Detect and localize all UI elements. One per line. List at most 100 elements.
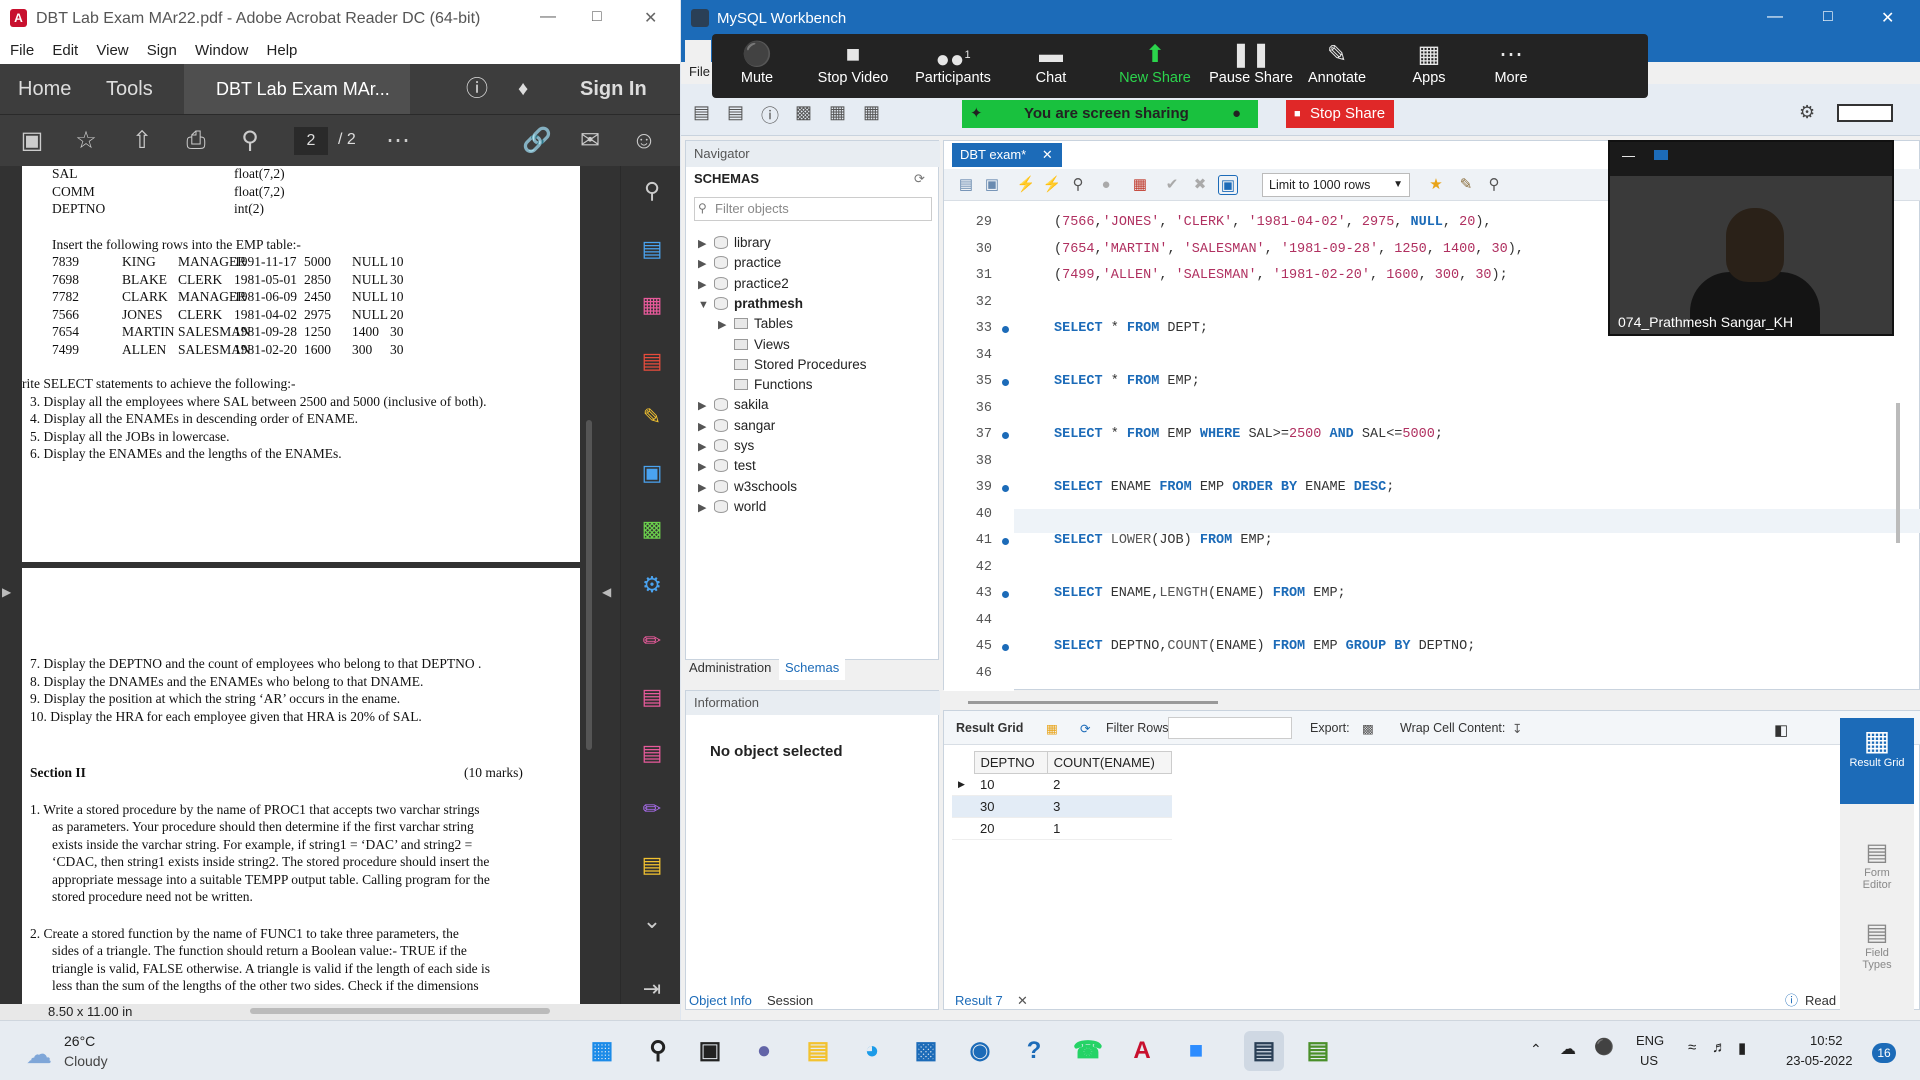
tab-home[interactable]: Home <box>18 64 71 114</box>
stop-share-button[interactable]: ■ Stop Share <box>1286 100 1394 128</box>
screen-sharing-banner[interactable]: ✦ You are screen sharing ● <box>962 100 1258 128</box>
editor-scrollbar[interactable] <box>1896 403 1900 543</box>
apps-button[interactable]: ▦ Apps <box>1384 40 1474 86</box>
layout-toggle-icon[interactable] <box>1837 104 1893 122</box>
close-icon[interactable]: ✕ <box>644 8 657 28</box>
wrap-icon[interactable]: ↧ <box>1512 721 1522 736</box>
right-panel-toggle-icon[interactable]: ◀ <box>602 585 611 599</box>
open-file-icon[interactable]: ▤ <box>956 175 976 195</box>
grid-icon[interactable]: ▦ <box>1046 721 1058 736</box>
code-line[interactable]: SELECT * FROM EMP; <box>1054 374 1200 389</box>
schema-child-item[interactable]: ▶ Tables <box>718 314 793 335</box>
schema-item[interactable]: ▶ practice <box>698 253 781 274</box>
pause-share-button[interactable]: ❚❚ Pause Share <box>1206 40 1296 86</box>
edge-icon[interactable]: ◕ <box>852 1031 892 1071</box>
schema-item[interactable]: ▶ w3schools <box>698 477 797 498</box>
field-types-button[interactable]: ▤ Field Types <box>1852 918 1902 971</box>
schema-item[interactable]: ▶ test <box>698 456 756 477</box>
sign-icon[interactable]: ✏ <box>639 796 665 822</box>
chevron-right-icon[interactable]: ▶ <box>698 275 714 295</box>
toggle-error-icon[interactable]: ▦ <box>1130 175 1150 195</box>
schema-child-item[interactable]: Views <box>718 335 790 355</box>
whatsapp-icon[interactable]: ☎ <box>1068 1031 1108 1071</box>
code-line[interactable]: (7566,'JONES', 'CLERK', '1981-04-02', 29… <box>1054 215 1492 230</box>
tab-document[interactable]: DBT Lab Exam MAr... ✕ <box>184 64 410 148</box>
app-icon[interactable]: ◉ <box>960 1031 1000 1071</box>
annotate-button[interactable]: ✎ Annotate <box>1292 40 1382 86</box>
schema-child-item[interactable]: Functions <box>718 375 813 395</box>
cell[interactable]: 10 <box>974 773 1048 796</box>
send-icon[interactable]: ▤ <box>639 852 665 878</box>
chevron-up-icon[interactable]: ⌃ <box>1530 1041 1542 1058</box>
limit-rows-select[interactable]: Limit to 1000 rows ▼ <box>1262 173 1410 197</box>
share-user-icon[interactable]: ☺ <box>630 127 658 155</box>
minimize-icon[interactable]: — <box>1622 148 1635 163</box>
tab-schemas[interactable]: Schemas <box>779 656 846 680</box>
clock-date[interactable]: 23-05-2022 <box>1786 1053 1853 1068</box>
schema-item[interactable]: ▶ sangar <box>698 416 775 437</box>
chevron-right-icon[interactable]: ▶ <box>698 417 714 437</box>
cell[interactable]: 2 <box>1047 773 1172 796</box>
chevron-right-icon[interactable]: ▶ <box>698 396 714 416</box>
schema-item[interactable]: ▶ sakila <box>698 395 769 416</box>
more-button[interactable]: ⋯ More <box>1466 40 1556 86</box>
star-icon[interactable]: ☆ <box>72 127 100 155</box>
editor-hscrollbar[interactable] <box>968 701 1218 704</box>
chevron-right-icon[interactable]: ▶ <box>698 457 714 477</box>
participants-button[interactable]: ●●1 Participants <box>908 40 998 86</box>
chevron-right-icon[interactable]: ▶ <box>718 315 734 335</box>
horizontal-scrollbar[interactable] <box>250 1008 550 1014</box>
open-sql-icon[interactable]: ▤ <box>727 102 744 123</box>
stop-video-button[interactable]: ■ Stop Video <box>808 40 898 86</box>
export-icon[interactable]: ▩ <box>1362 721 1374 736</box>
tab-tools[interactable]: Tools <box>106 64 153 114</box>
view-icon[interactable] <box>1654 150 1668 160</box>
beautify-icon[interactable]: ✎ <box>1456 175 1476 195</box>
export-pdf-icon[interactable]: ▤ <box>639 348 665 374</box>
store-icon[interactable]: ▩ <box>906 1031 946 1071</box>
wifi-icon[interactable]: ≈ <box>1688 1039 1696 1056</box>
help-icon[interactable]: ? <box>1014 1031 1054 1071</box>
filter-rows-input[interactable] <box>1168 717 1292 739</box>
home-tab-icon[interactable] <box>685 40 711 62</box>
menu-edit[interactable]: Edit <box>52 42 78 59</box>
tab-result-7[interactable]: Result 7 <box>955 990 1003 1012</box>
compress-icon[interactable]: ▩ <box>639 516 665 542</box>
fill-sign-icon[interactable]: ✏ <box>639 628 665 654</box>
acrobat-taskbar-icon[interactable]: A <box>1122 1031 1162 1071</box>
minimize-icon[interactable]: — <box>1767 8 1783 26</box>
combine-icon[interactable]: ▣ <box>639 460 665 486</box>
help-icon[interactable]: ⓘ <box>466 64 488 114</box>
result-grid-side-button[interactable]: ▦ Result Grid <box>1840 718 1914 804</box>
toggle-panel-icon[interactable]: ◧ <box>1774 721 1788 739</box>
table-row[interactable]: ▶ 10 2 <box>952 773 1172 796</box>
filter-objects-input[interactable]: Filter objects <box>694 197 932 221</box>
chevron-right-icon[interactable]: ▶ <box>698 234 714 254</box>
tab-close-icon[interactable]: ✕ <box>1017 990 1028 1012</box>
chevron-down-icon[interactable]: ▼ <box>698 295 714 315</box>
explain-icon[interactable]: ⚲ <box>1068 175 1088 195</box>
comment-icon[interactable]: ✎ <box>639 404 665 430</box>
mail-icon[interactable]: ✉ <box>576 127 604 155</box>
cell[interactable]: 20 <box>974 817 1048 840</box>
organize-icon[interactable]: ▦ <box>639 292 665 318</box>
tab-close-icon[interactable]: ✕ <box>1042 147 1053 162</box>
new-sql-icon[interactable]: ▤ <box>693 102 710 123</box>
print-icon[interactable]: ⎙ <box>182 127 210 155</box>
find-icon[interactable]: ⚲ <box>1484 175 1504 195</box>
refresh-icon[interactable]: ⟳ <box>914 171 925 187</box>
tab-object-info[interactable]: Object Info <box>689 990 752 1012</box>
save-icon[interactable]: ▣ <box>18 127 46 155</box>
chat-button[interactable]: ▬ Chat <box>1006 40 1096 86</box>
tab-session[interactable]: Session <box>767 990 813 1012</box>
schema-item[interactable]: ▶ world <box>698 497 766 518</box>
new-share-button[interactable]: ⬆ New Share <box>1110 40 1200 86</box>
scan-icon[interactable]: ⚙ <box>639 572 665 598</box>
code-line[interactable]: SELECT ENAME FROM EMP ORDER BY ENAME DES… <box>1054 480 1394 495</box>
form-editor-button[interactable]: ▤ Form Editor <box>1852 838 1902 891</box>
stop-icon[interactable]: ● <box>1096 175 1116 195</box>
execute-current-icon[interactable]: ⚡ <box>1042 175 1062 195</box>
preferences-icon[interactable]: ⚙ <box>1799 102 1815 123</box>
create-schema-icon[interactable]: ▩ <box>795 102 812 123</box>
column-header[interactable]: COUNT(ENAME) <box>1046 751 1173 774</box>
